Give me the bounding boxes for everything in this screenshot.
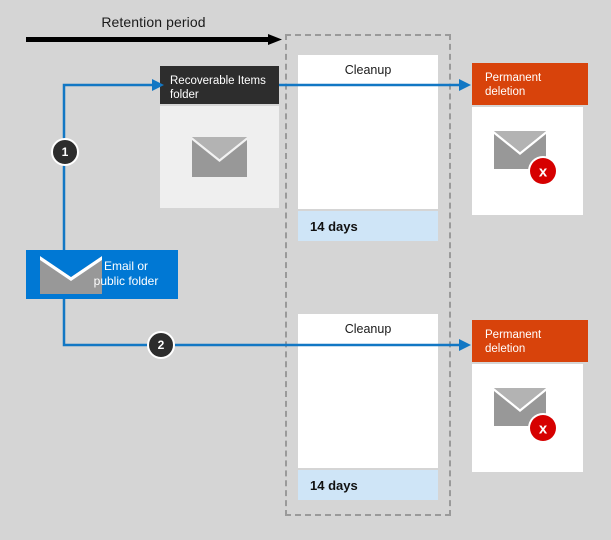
recoverable-items-folder-label-line2: folder — [170, 89, 199, 101]
permanent-deletion-header-top: Permanent deletion — [472, 63, 588, 105]
cleanup-label-bottom: Cleanup — [344, 322, 392, 336]
step-badge-2: 2 — [147, 331, 175, 359]
source-label-line1: Email or — [103, 259, 148, 273]
email-or-public-folder-box[interactable]: Email or public folder — [26, 250, 178, 299]
retention-period-arrow-icon — [26, 34, 282, 45]
email-or-public-folder-label: Email or public folder — [82, 259, 170, 289]
wire-arrowhead-permanent-deletion-top — [459, 79, 471, 91]
source-label-line2: public folder — [93, 274, 159, 288]
svg-text:x: x — [539, 421, 548, 438]
permanent-deletion-body-top: x — [472, 107, 583, 215]
envelope-icon — [192, 137, 247, 177]
permanent-deletion-label-top-line2: deletion — [485, 86, 526, 98]
cleanup-box-bottom — [298, 314, 438, 468]
permanent-deletion-label-top-line1: Permanent — [485, 72, 542, 84]
step-badge-1: 1 — [51, 138, 79, 166]
permanent-deletion-header-bottom: Permanent deletion — [472, 320, 588, 362]
wire-arrowhead-permanent-deletion-bottom — [459, 339, 471, 351]
recoverable-items-folder-label-line1: Recoverable Items — [170, 75, 266, 87]
retention-period-label: Retention period — [101, 14, 206, 30]
retention-flow-diagram: Retention period Recoverable Items folde… — [0, 0, 611, 540]
permanent-deletion-label-bottom-line1: Permanent — [485, 329, 542, 341]
days-badge-bottom: 14 days — [298, 470, 438, 500]
permanent-deletion-label-bottom-line2: deletion — [485, 343, 526, 355]
cleanup-box-top — [298, 55, 438, 209]
recoverable-items-folder-header: Recoverable Items folder — [160, 66, 279, 104]
cleanup-label-top: Cleanup — [344, 63, 392, 77]
svg-text:x: x — [539, 164, 548, 181]
wire-source-to-recoverable-items — [62, 83, 153, 250]
envelope-deleted-icon: x — [494, 131, 558, 186]
envelope-deleted-icon: x — [494, 388, 558, 443]
days-badge-top: 14 days — [298, 211, 438, 241]
permanent-deletion-body-bottom: x — [472, 364, 583, 472]
recoverable-items-folder-body — [160, 106, 279, 208]
